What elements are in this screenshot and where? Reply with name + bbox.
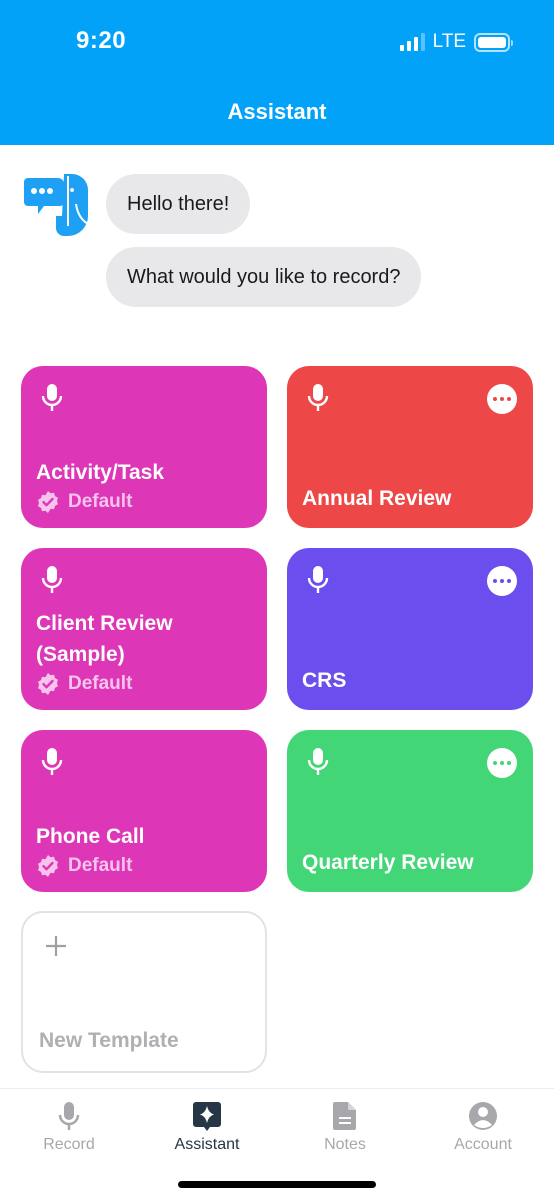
- new-template-button[interactable]: New Template: [21, 911, 267, 1073]
- microphone-icon[interactable]: [41, 747, 63, 777]
- default-badge: Default: [36, 672, 132, 696]
- more-options-button[interactable]: [487, 748, 517, 778]
- microphone-icon[interactable]: [307, 383, 329, 413]
- account-icon: [469, 1102, 497, 1130]
- tab-label: Record: [43, 1136, 95, 1153]
- template-name: Annual Review: [302, 487, 452, 510]
- tab-account[interactable]: Account: [414, 1101, 552, 1154]
- template-card[interactable]: Annual Review: [287, 366, 533, 528]
- sparkle-chat-icon: [193, 1102, 221, 1131]
- verified-badge-icon: [38, 673, 58, 695]
- template-card[interactable]: Client Review (Sample) Default: [21, 548, 267, 710]
- default-label: Default: [68, 673, 133, 694]
- app-header: 9:20 LTE Assistant: [0, 0, 554, 145]
- elephant-chat-logo-icon: [24, 174, 89, 236]
- microphone-icon[interactable]: [41, 383, 63, 413]
- verified-badge-icon: [38, 491, 58, 513]
- default-label: Default: [68, 855, 133, 876]
- template-name: Client Review (Sample): [36, 612, 173, 666]
- network-type: LTE: [432, 31, 466, 52]
- microphone-icon[interactable]: [307, 565, 329, 595]
- template-name: Phone Call: [36, 825, 145, 848]
- tab-label: Account: [454, 1136, 512, 1153]
- microphone-icon: [58, 1102, 80, 1130]
- template-name: CRS: [302, 669, 347, 692]
- template-card[interactable]: Phone Call Default: [21, 730, 267, 892]
- assistant-message: Hello there!: [106, 174, 251, 234]
- status-indicators: LTE: [399, 31, 513, 53]
- battery-icon: [474, 32, 513, 52]
- document-icon: [333, 1102, 356, 1130]
- assistant-message: What would you like to record?: [106, 247, 422, 307]
- tab-label: Notes: [324, 1136, 366, 1153]
- microphone-icon[interactable]: [41, 565, 63, 595]
- tab-record[interactable]: Record: [0, 1101, 138, 1154]
- template-card[interactable]: Quarterly Review: [287, 730, 533, 892]
- default-badge: Default: [36, 854, 132, 878]
- tab-assistant[interactable]: Assistant: [138, 1101, 276, 1154]
- status-time: 9:20: [76, 27, 127, 54]
- more-options-button[interactable]: [487, 566, 517, 596]
- verified-badge-icon: [38, 855, 58, 877]
- template-name: Activity/Task: [36, 461, 164, 484]
- home-indicator: [178, 1181, 376, 1188]
- template-card[interactable]: CRS: [287, 548, 533, 710]
- tab-notes[interactable]: Notes: [276, 1101, 414, 1154]
- template-card[interactable]: Activity/Task Default: [21, 366, 267, 528]
- default-badge: Default: [36, 490, 132, 514]
- plus-icon: [46, 936, 66, 956]
- template-name: Quarterly Review: [302, 851, 474, 874]
- microphone-icon[interactable]: [307, 747, 329, 777]
- page-title: Assistant: [227, 99, 327, 124]
- new-template-label: New Template: [39, 1029, 179, 1052]
- default-label: Default: [68, 491, 133, 512]
- more-options-button[interactable]: [487, 384, 517, 414]
- signal-strength-icon: [399, 33, 425, 51]
- tab-label: Assistant: [174, 1136, 240, 1153]
